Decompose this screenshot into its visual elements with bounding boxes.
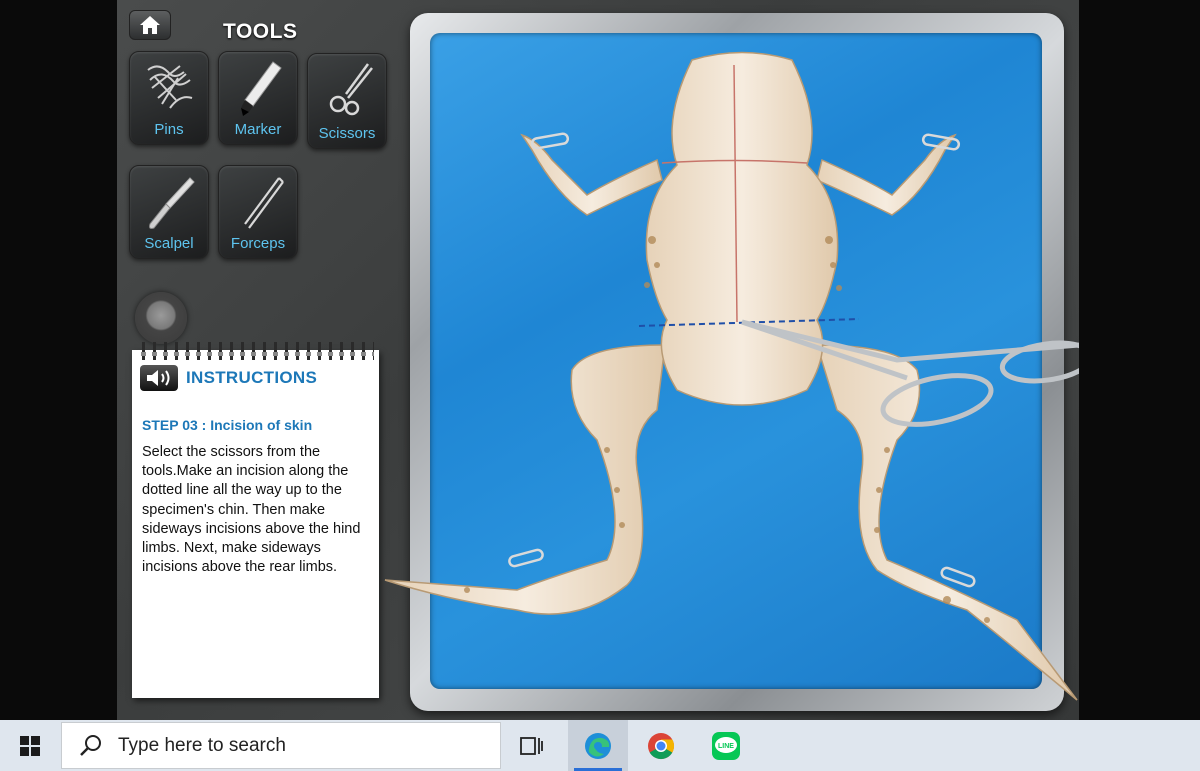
- right-letterbox: [1079, 0, 1200, 720]
- edge-taskbar-button[interactable]: [568, 720, 628, 771]
- notepad-spiral: [138, 342, 374, 360]
- instructions-notepad: INSTRUCTIONS STEP 03 : Incision of skin …: [132, 342, 379, 698]
- pins-tool-button[interactable]: Pins: [129, 51, 209, 145]
- start-button[interactable]: [0, 720, 60, 771]
- speaker-button[interactable]: [140, 365, 178, 391]
- taskbar: Type here to search LINE: [0, 720, 1200, 771]
- forceps-label: Forceps: [230, 235, 286, 252]
- home-button[interactable]: [129, 10, 171, 40]
- task-view-icon: [520, 736, 543, 755]
- marker-tool-button[interactable]: Marker: [218, 51, 298, 145]
- marker-label: Marker: [234, 121, 282, 138]
- forceps-icon: [244, 177, 284, 229]
- scalpel-icon: [149, 177, 195, 229]
- speaker-icon: [147, 370, 170, 386]
- taskbar-search-box[interactable]: Type here to search: [61, 722, 501, 769]
- windows-icon: [20, 735, 40, 756]
- edge-icon: [585, 732, 611, 759]
- instructions-title: INSTRUCTIONS: [186, 368, 318, 387]
- scissors-label: Scissors: [318, 125, 376, 142]
- task-view-button[interactable]: [503, 720, 561, 771]
- left-letterbox: [0, 0, 117, 720]
- line-taskbar-button[interactable]: LINE: [697, 720, 755, 771]
- marker-icon: [241, 61, 282, 116]
- search-placeholder: Type here to search: [118, 734, 286, 756]
- dissection-game: TOOLS Pins Marker Scissors Scalpel Force…: [117, 0, 1079, 720]
- step-title: STEP 03 : Incision of skin: [142, 417, 313, 433]
- scalpel-label: Scalpel: [144, 235, 194, 252]
- line-icon: LINE: [712, 731, 740, 760]
- app-window: TOOLS Pins Marker Scissors Scalpel Force…: [0, 0, 1200, 771]
- scalpel-tool-button[interactable]: Scalpel: [129, 165, 209, 259]
- scissors-tool-button[interactable]: Scissors: [307, 53, 387, 149]
- chrome-taskbar-button[interactable]: [632, 720, 690, 771]
- line-icon-label: LINE: [718, 743, 734, 750]
- step-text: Select the scissors from the tools.Make …: [142, 444, 361, 576]
- scissors-icon: [329, 63, 373, 116]
- pins-label: Pins: [154, 121, 184, 138]
- tools-title: TOOLS: [223, 20, 298, 43]
- instructions-header: INSTRUCTIONS: [140, 365, 317, 391]
- forceps-tool-button[interactable]: Forceps: [218, 165, 298, 259]
- pins-icon: [147, 65, 193, 109]
- dissection-tray: [410, 13, 1064, 711]
- round-action-button[interactable]: [135, 292, 187, 344]
- chrome-icon: [648, 732, 675, 759]
- home-icon: [140, 16, 160, 34]
- tray-surface: [430, 33, 1042, 689]
- search-icon: [80, 734, 101, 756]
